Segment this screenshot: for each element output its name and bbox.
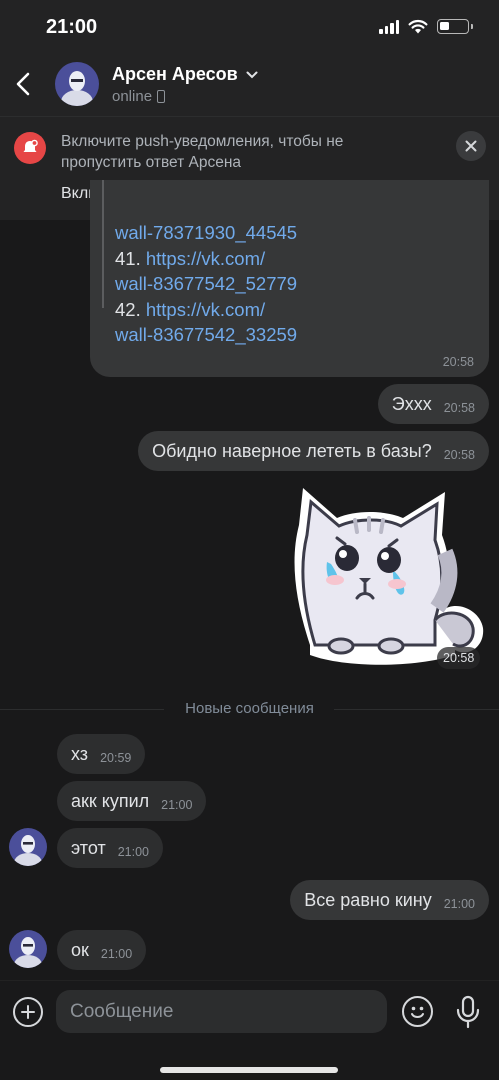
link-line: wall-83677542_33259 xyxy=(115,322,297,348)
divider-line xyxy=(334,709,499,710)
outgoing-message[interactable]: Эххх 20:58 xyxy=(377,384,489,424)
status-icons xyxy=(379,19,473,34)
chevron-down-icon xyxy=(246,71,258,78)
sender-avatar[interactable] xyxy=(9,930,47,968)
chat-screen: 21:00 Арсен Аресов online Включите push-… xyxy=(0,0,499,1080)
message-text: Эххх xyxy=(391,393,432,414)
link-line: 41. https://vk.com/ xyxy=(115,247,266,269)
link[interactable]: https://vk.com/ xyxy=(146,299,265,320)
link-line: wall-78371930_44545 xyxy=(115,220,297,246)
message-time: 20:59 xyxy=(100,751,132,765)
battery-level-fill xyxy=(440,22,449,30)
back-chevron-icon xyxy=(16,72,30,96)
message-input[interactable] xyxy=(56,990,387,1033)
link[interactable]: wall-78371930_44545 xyxy=(115,222,297,243)
status-time: 21:00 xyxy=(46,16,98,38)
back-button[interactable] xyxy=(8,64,38,104)
link[interactable]: https://vk.com/ xyxy=(146,248,265,269)
link-line: wall-83677542_52779 xyxy=(115,271,297,297)
contact-name: Арсен Аресов xyxy=(112,64,238,84)
outgoing-message[interactable]: Все равно кину 21:00 xyxy=(290,880,489,920)
chat-header: Арсен Аресов online xyxy=(0,52,499,116)
message-time: 21:00 xyxy=(161,798,193,812)
outgoing-message[interactable]: Обидно наверное лететь в базы? 20:58 xyxy=(138,431,489,471)
smile-icon xyxy=(411,1006,424,1018)
sticker-time: 20:58 xyxy=(437,647,481,669)
message-text: хз xyxy=(71,743,89,764)
message-composer xyxy=(0,980,499,1080)
message-time: 21:00 xyxy=(443,897,475,911)
message-text: Обидно наверное лететь в базы? xyxy=(152,440,432,461)
link[interactable]: wall-83677542_33259 xyxy=(115,324,297,345)
message-text: ок xyxy=(71,939,89,960)
close-icon xyxy=(465,140,477,152)
plus-icon xyxy=(21,1005,35,1019)
phone-device-icon xyxy=(157,90,166,103)
incoming-message[interactable]: ок 21:00 xyxy=(57,930,147,970)
microphone-button[interactable] xyxy=(454,995,482,1029)
link-line: 42. https://vk.com/ xyxy=(115,298,266,320)
link-lines: wall-78371930_44545 41. https://vk.com/ … xyxy=(115,220,297,348)
wifi-icon xyxy=(408,19,428,34)
home-indicator xyxy=(160,1067,338,1073)
incoming-message[interactable]: акк купил 21:00 xyxy=(57,781,207,821)
message-text: Все равно кину xyxy=(304,889,432,910)
message-text: этот xyxy=(71,837,106,858)
contact-name-button[interactable]: Арсен Аресов xyxy=(112,64,258,85)
new-messages-divider: Новые сообщения xyxy=(0,698,499,720)
message-list[interactable]: wall-78371930_44545 41. https://vk.com/ … xyxy=(0,180,499,980)
sender-avatar[interactable] xyxy=(9,828,47,866)
message-text: акк купил xyxy=(71,790,150,811)
incoming-message[interactable]: этот 21:00 xyxy=(57,828,163,868)
message-time: 20:58 xyxy=(443,401,475,415)
notification-bell-icon xyxy=(14,132,46,164)
message-time: 21:00 xyxy=(117,845,149,859)
avatar-image xyxy=(9,828,47,866)
contact-status: online xyxy=(112,88,166,105)
message-time: 20:58 xyxy=(443,448,475,462)
incoming-message[interactable]: хз 20:59 xyxy=(57,734,146,774)
cellular-signal-icon xyxy=(379,19,399,34)
quote-bar xyxy=(102,180,104,308)
message-time: 21:00 xyxy=(100,947,133,961)
contact-avatar[interactable] xyxy=(55,62,99,106)
avatar-image xyxy=(9,930,47,968)
outgoing-message-links[interactable]: wall-78371930_44545 41. https://vk.com/ … xyxy=(90,180,489,377)
message-time: 20:58 xyxy=(442,355,474,369)
online-status-text: online xyxy=(112,88,153,105)
battery-icon xyxy=(437,19,473,34)
attach-button[interactable] xyxy=(13,997,43,1027)
crying-cat-sticker[interactable] xyxy=(285,480,490,675)
status-bar: 21:00 xyxy=(0,0,499,52)
avatar-image xyxy=(55,62,99,106)
close-banner-button[interactable] xyxy=(456,131,486,161)
emoji-button[interactable] xyxy=(402,996,433,1027)
push-banner-text: Включите push-уведомления, чтобы не проп… xyxy=(61,133,344,171)
link[interactable]: wall-83677542_52779 xyxy=(115,273,297,294)
